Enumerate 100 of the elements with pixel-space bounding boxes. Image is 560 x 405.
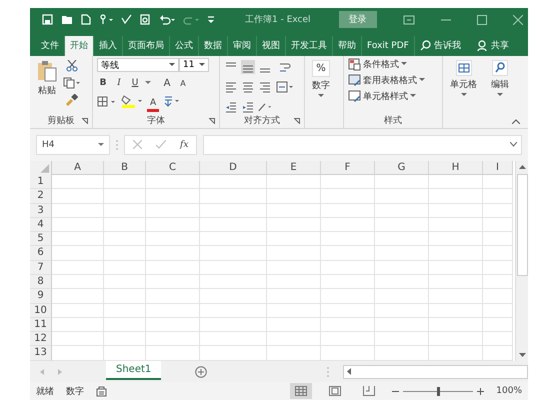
row-header[interactable]: 2 [30, 189, 52, 204]
collapse-ribbon-icon[interactable] [512, 118, 520, 124]
table-cell[interactable] [200, 246, 267, 261]
table-cell[interactable] [429, 304, 483, 318]
table-cell[interactable] [104, 260, 146, 275]
table-cell[interactable] [267, 189, 321, 204]
table-cell[interactable] [267, 260, 321, 275]
ribbon-tab[interactable]: 开始 [65, 36, 94, 56]
cancel-icon[interactable] [133, 140, 142, 150]
row-header[interactable]: 5 [30, 232, 52, 246]
table-cell[interactable] [429, 232, 483, 246]
table-cell[interactable] [321, 218, 375, 232]
horizontal-scrollbar[interactable] [343, 364, 528, 379]
table-cell[interactable] [267, 318, 321, 332]
table-cell[interactable] [267, 246, 321, 261]
dialog-launcher-icon[interactable] [294, 118, 300, 124]
number-format-button[interactable]: % 数字 [309, 58, 333, 114]
table-cell[interactable] [200, 304, 267, 318]
copy-icon[interactable] [63, 76, 81, 89]
table-cell[interactable] [52, 174, 104, 190]
table-cell[interactable] [321, 204, 375, 218]
table-cell[interactable] [483, 318, 513, 332]
table-cell[interactable] [267, 204, 321, 218]
table-cell[interactable] [267, 289, 321, 304]
table-cell[interactable] [429, 189, 483, 204]
column-header[interactable]: G [375, 160, 429, 175]
table-cell[interactable] [52, 232, 104, 246]
column-header[interactable]: C [146, 160, 200, 175]
column-header[interactable]: A [52, 160, 104, 175]
table-cell[interactable] [429, 289, 483, 304]
tell-me-button[interactable]: 告诉我 [414, 36, 466, 56]
table-cell[interactable] [52, 260, 104, 275]
font-size-dropdown[interactable]: 11 [179, 58, 209, 72]
new-file-icon[interactable] [81, 14, 91, 26]
maximize-icon[interactable] [476, 14, 487, 25]
table-cell[interactable] [200, 174, 267, 190]
table-cell[interactable] [321, 260, 375, 275]
table-cell[interactable] [267, 332, 321, 346]
table-cell[interactable] [146, 189, 200, 204]
insert-function-button[interactable]: fx [180, 140, 188, 150]
table-cell[interactable] [321, 304, 375, 318]
fill-color-icon[interactable] [121, 94, 143, 108]
table-cell[interactable] [104, 246, 146, 261]
table-cell[interactable] [429, 174, 483, 190]
table-cell[interactable] [429, 332, 483, 346]
table-cell[interactable] [52, 189, 104, 204]
sheet-tab[interactable]: Sheet1 [106, 361, 162, 380]
table-cell[interactable] [375, 189, 429, 204]
table-cell[interactable] [321, 318, 375, 332]
decrease-indent-icon[interactable] [224, 100, 238, 114]
table-cell[interactable] [52, 274, 104, 290]
table-cell[interactable] [104, 318, 146, 332]
table-cell[interactable] [321, 189, 375, 204]
row-header[interactable]: 10 [30, 304, 52, 318]
row-header[interactable]: 12 [30, 332, 52, 346]
table-cell[interactable] [52, 318, 104, 332]
table-cell[interactable] [267, 174, 321, 190]
table-cell[interactable] [375, 304, 429, 318]
table-format-button[interactable]: 套用表格格式 [348, 74, 425, 87]
table-cell[interactable] [375, 232, 429, 246]
table-cell[interactable] [429, 260, 483, 275]
table-cell[interactable] [200, 204, 267, 218]
table-cell[interactable] [375, 260, 429, 275]
zoom-in-icon[interactable] [477, 388, 484, 395]
paste-button[interactable]: 粘贴 [34, 58, 60, 114]
middle-align-icon[interactable] [241, 60, 255, 74]
table-cell[interactable] [375, 174, 429, 190]
scroll-thumb[interactable] [516, 174, 528, 276]
table-cell[interactable] [104, 332, 146, 346]
next-sheet-icon[interactable] [58, 368, 62, 375]
increase-indent-icon[interactable] [241, 100, 255, 114]
row-header[interactable]: 13 [30, 346, 52, 361]
table-cell[interactable] [375, 289, 429, 304]
dialog-launcher-icon[interactable] [82, 118, 88, 124]
phonetic-icon[interactable] [163, 95, 182, 108]
table-cell[interactable] [200, 189, 267, 204]
italic-button[interactable]: I [113, 78, 125, 88]
scroll-left-icon[interactable] [347, 368, 351, 376]
row-header[interactable]: 7 [30, 260, 52, 275]
table-cell[interactable] [52, 218, 104, 232]
formula-input[interactable] [203, 134, 522, 155]
table-cell[interactable] [429, 274, 483, 290]
conditional-format-button[interactable]: 条件格式 [348, 58, 425, 71]
table-cell[interactable] [375, 318, 429, 332]
column-header[interactable]: H [429, 160, 483, 175]
column-header[interactable]: B [104, 160, 146, 175]
table-cell[interactable] [375, 246, 429, 261]
table-cell[interactable] [483, 218, 513, 232]
column-header[interactable]: I [483, 160, 513, 175]
table-cell[interactable] [483, 232, 513, 246]
checkmark-icon[interactable] [156, 140, 166, 150]
table-cell[interactable] [375, 274, 429, 290]
previous-sheet-icon[interactable] [40, 368, 44, 375]
save-icon[interactable] [42, 14, 53, 26]
table-cell[interactable] [104, 174, 146, 190]
row-header[interactable]: 4 [30, 218, 52, 232]
borders-icon[interactable] [97, 96, 117, 107]
table-cell[interactable] [267, 274, 321, 290]
table-cell[interactable] [429, 218, 483, 232]
table-cell[interactable] [146, 318, 200, 332]
